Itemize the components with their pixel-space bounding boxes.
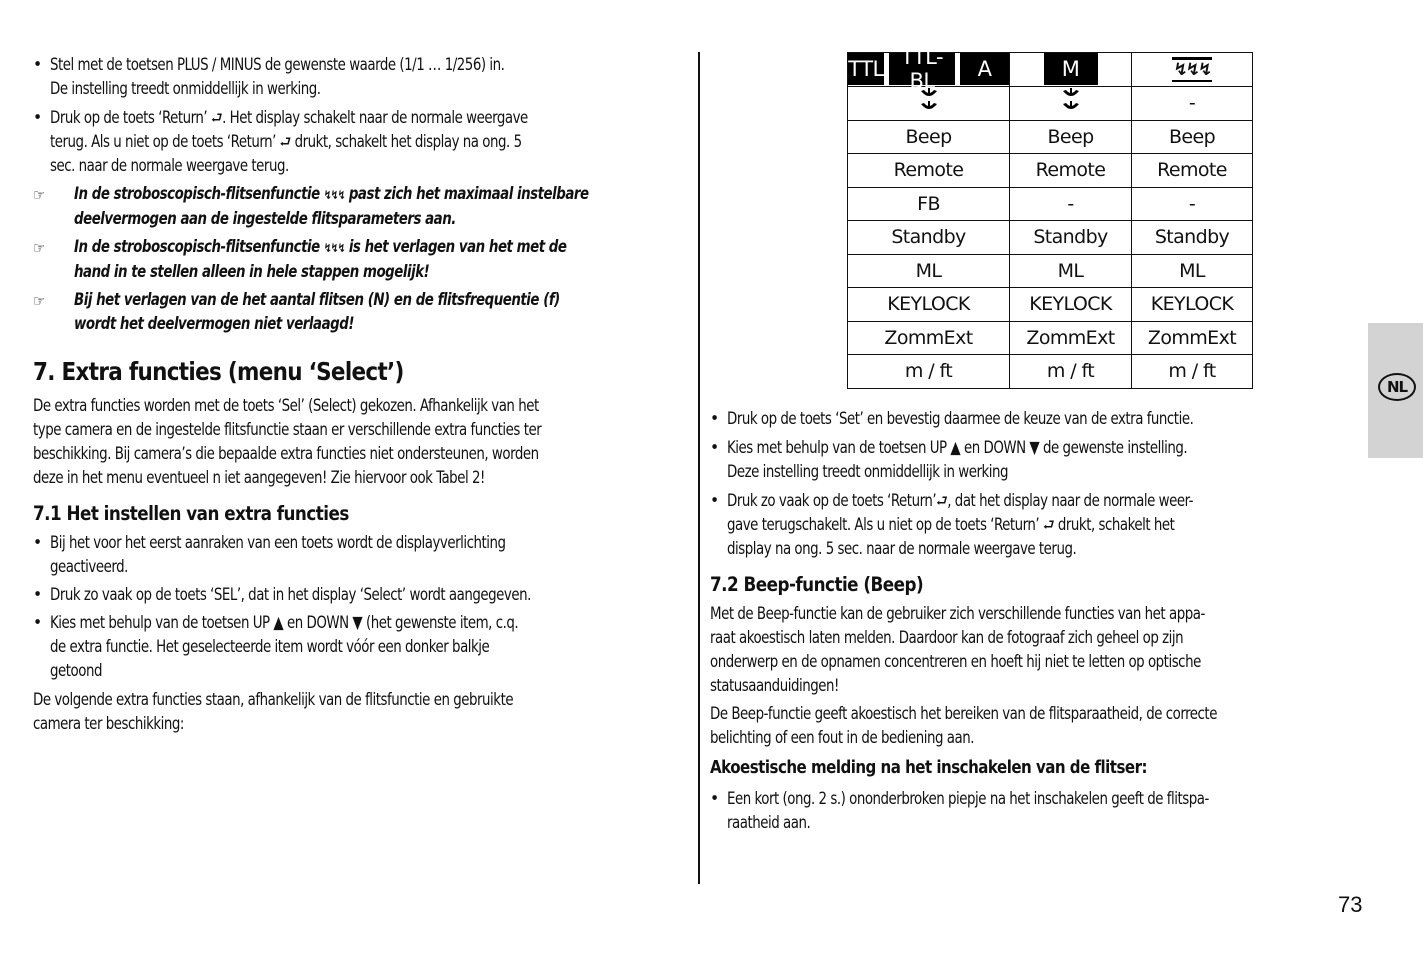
table-cell: KEYLOCK — [847, 287, 1010, 322]
table-cell: Remote — [847, 153, 1010, 188]
closing-paragraph: De volgende extra functies staan, afhank… — [33, 690, 514, 734]
table-cell: Beep — [847, 119, 1010, 154]
pointing-hand-icon: ☞ — [33, 239, 45, 257]
table-cell: Beep — [1009, 119, 1132, 154]
table-cell: m / ft — [1131, 354, 1253, 389]
page-number: 73 — [1338, 892, 1363, 917]
table-cell: ML — [847, 253, 1010, 288]
table-cell: ML — [1009, 253, 1132, 288]
table-cell: ZommExt — [1009, 320, 1132, 355]
step-return: Druk zo vaak op de toets ‘Return’⮐, dat … — [710, 489, 1269, 561]
acoustic-heading: Akoestische melding na het inschakelen v… — [710, 758, 1148, 778]
table-cell: Remote — [1009, 153, 1132, 188]
bullet-short-beep: Een kort (ong. 2 s.) ononderbroken piepj… — [710, 787, 1287, 835]
bullet-return: Druk op de toets ‘Return’ ⮐. Het display… — [33, 106, 606, 178]
beep-paragraph-2: De Beep-functie geeft akoestisch het ber… — [710, 704, 1217, 748]
table-row: ML ML ML — [847, 253, 1253, 288]
note-flash-count: ☞ Bij het verlagen van de het aantal fli… — [33, 290, 560, 334]
mode-a-label: A — [960, 53, 1009, 86]
extra-functions-table: TTL TTL-BL A M ↯↯↯ - Beep Beep Beep Remo… — [847, 45, 1253, 389]
table-cell: FB — [847, 186, 1010, 221]
language-tab: NL — [1368, 323, 1423, 458]
header-cell-strobe: ↯↯↯ — [1131, 52, 1253, 87]
mode-m-label: M — [1043, 53, 1098, 86]
section-intro: De extra functies worden met de toets ‘S… — [33, 396, 542, 488]
return-icon: ⮐ — [1042, 516, 1055, 534]
table-row: KEYLOCK KEYLOCK KEYLOCK — [847, 287, 1253, 322]
step-set: Druk op de toets ‘Set’ en bevestig daarm… — [710, 407, 1269, 431]
mode-ttl-label: TTL — [848, 53, 884, 86]
table-row: m / ft m / ft m / ft — [847, 354, 1253, 389]
note-strobe-max-power: ☞ In de stroboscopisch-flitsenfunctie ↯↯… — [33, 184, 589, 229]
table-cell: - — [1131, 85, 1253, 121]
strobe-icon: ↯↯↯ — [1171, 56, 1213, 82]
table-cell: Standby — [1131, 220, 1253, 255]
subsection-title-7-2: 7.2 Beep-functie (Beep) — [710, 573, 924, 596]
language-badge: NL — [1378, 373, 1416, 401]
table-cell: m / ft — [1009, 354, 1132, 389]
table-cell: Remote — [1131, 153, 1253, 188]
pointing-hand-icon: ☞ — [33, 292, 45, 310]
zoom-reflector-icon — [919, 87, 939, 115]
manual-page: Stel met de toetsen PLUS / MINUS de gewe… — [0, 0, 1423, 954]
return-icon: ⮐ — [279, 133, 292, 151]
note-strobe-whole-steps: ☞ In de stroboscopisch-flitsenfunctie ↯↯… — [33, 237, 567, 282]
table-cell: m / ft — [847, 354, 1010, 389]
table-row: Remote Remote Remote — [847, 153, 1253, 188]
column-divider — [698, 52, 700, 884]
table-cell — [847, 85, 1010, 121]
table-cell: Beep — [1131, 119, 1253, 154]
mode-ttl-bl-label: TTL-BL — [889, 45, 955, 93]
step-choose-setting: Kies met behulp van de toetsen UP ▲ en D… — [710, 436, 1262, 484]
table-cell: ML — [1131, 253, 1253, 288]
subsection-title-7-1: 7.1 Het instellen van extra functies — [33, 502, 349, 525]
header-cell-m-mode: M — [1009, 52, 1132, 87]
table-cell: KEYLOCK — [1009, 287, 1132, 322]
return-icon: ⮐ — [210, 109, 223, 127]
table-cell: Standby — [847, 220, 1010, 255]
table-header-row: TTL TTL-BL A M ↯↯↯ — [847, 45, 1253, 93]
step-backlight: Bij het voor het eerst aanraken van een … — [33, 531, 580, 579]
strobe-icon: ↯↯↯ — [323, 188, 346, 202]
table-cell: - — [1009, 186, 1132, 221]
table-cell: - — [1131, 186, 1253, 221]
strobe-icon: ↯↯↯ — [323, 241, 346, 255]
table-cell — [1009, 85, 1132, 121]
table-row: Standby Standby Standby — [847, 220, 1253, 255]
table-row: FB - - — [847, 186, 1253, 221]
table-row: ZommExt ZommExt ZommExt — [847, 320, 1253, 355]
pointing-hand-icon: ☞ — [33, 186, 45, 204]
table-cell: KEYLOCK — [1131, 287, 1253, 322]
return-icon: ⮐ — [936, 492, 948, 510]
step-up-down: Kies met behulp van de toetsen UP ▲ en D… — [33, 611, 594, 683]
table-cell: ZommExt — [1131, 320, 1253, 355]
step-sel: Druk zo vaak op de toets ‘SEL’, dat in h… — [33, 583, 609, 607]
zoom-reflector-icon — [1061, 87, 1081, 115]
beep-paragraph-1: Met de Beep-functie kan de gebruiker zic… — [710, 604, 1205, 696]
table-cell: ZommExt — [847, 320, 1010, 355]
header-cell-ttl-modes: TTL TTL-BL A — [847, 45, 1010, 93]
table-cell: Standby — [1009, 220, 1132, 255]
table-row: Beep Beep Beep — [847, 119, 1253, 154]
bullet-plus-minus: Stel met de toetsen PLUS / MINUS de gewe… — [33, 53, 578, 101]
section-title: 7. Extra functies (menu ‘Select’) — [33, 357, 404, 386]
